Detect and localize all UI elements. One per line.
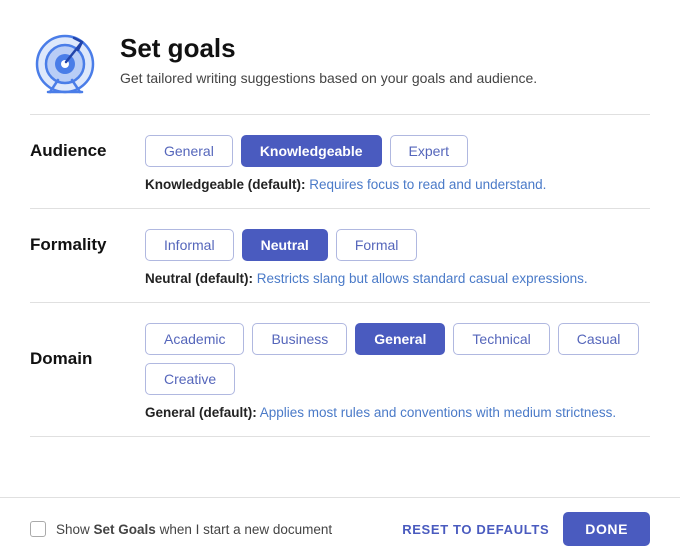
audience-top: Audience General Knowledgeable Expert <box>30 135 650 167</box>
target-icon <box>30 24 100 94</box>
page-title: Set goals <box>120 33 537 64</box>
footer-label-pre: Show <box>56 522 94 537</box>
formality-formal-button[interactable]: Formal <box>336 229 418 261</box>
domain-business-button[interactable]: Business <box>252 323 347 355</box>
audience-general-button[interactable]: General <box>145 135 233 167</box>
audience-desc-strong: Knowledgeable (default): <box>145 177 306 192</box>
footer: Show Set Goals when I start a new docume… <box>0 497 680 560</box>
formality-top: Formality Informal Neutral Formal <box>30 229 650 261</box>
formality-section: Formality Informal Neutral Formal Neutra… <box>0 209 680 302</box>
formality-desc-strong: Neutral (default): <box>145 271 253 286</box>
audience-section: Audience General Knowledgeable Expert Kn… <box>0 115 680 208</box>
domain-casual-button[interactable]: Casual <box>558 323 640 355</box>
domain-top: Domain Academic Business General Technic… <box>30 323 650 395</box>
header-text: Set goals Get tailored writing suggestio… <box>120 33 537 86</box>
formality-label: Formality <box>30 235 125 255</box>
audience-desc-text: Requires focus to read and understand. <box>306 177 547 192</box>
audience-label: Audience <box>30 141 125 161</box>
audience-desc: Knowledgeable (default): Requires focus … <box>30 177 650 192</box>
domain-creative-button[interactable]: Creative <box>145 363 235 395</box>
formality-informal-button[interactable]: Informal <box>145 229 234 261</box>
done-button[interactable]: DONE <box>563 512 650 546</box>
footer-left: Show Set Goals when I start a new docume… <box>30 521 332 537</box>
divider-4 <box>30 436 650 437</box>
domain-general-button[interactable]: General <box>355 323 445 355</box>
domain-label: Domain <box>30 349 125 369</box>
footer-label-bold: Set Goals <box>94 522 156 537</box>
footer-right: RESET TO DEFAULTS DONE <box>402 512 650 546</box>
reset-button[interactable]: RESET TO DEFAULTS <box>402 522 549 537</box>
footer-label-post: when I start a new document <box>156 522 332 537</box>
formality-desc-text: Restricts slang but allows standard casu… <box>253 271 588 286</box>
domain-desc-strong: General (default): <box>145 405 257 420</box>
audience-button-group: General Knowledgeable Expert <box>145 135 468 167</box>
domain-technical-button[interactable]: Technical <box>453 323 549 355</box>
formality-neutral-button[interactable]: Neutral <box>242 229 328 261</box>
domain-section: Domain Academic Business General Technic… <box>0 303 680 436</box>
footer-checkbox-label: Show Set Goals when I start a new docume… <box>56 522 332 537</box>
domain-academic-button[interactable]: Academic <box>145 323 244 355</box>
formality-desc: Neutral (default): Restricts slang but a… <box>30 271 650 286</box>
domain-button-group: Academic Business General Technical Casu… <box>145 323 650 395</box>
domain-desc-text: Applies most rules and conventions with … <box>257 405 616 420</box>
header: Set goals Get tailored writing suggestio… <box>0 0 680 114</box>
audience-expert-button[interactable]: Expert <box>390 135 468 167</box>
domain-desc: General (default): Applies most rules an… <box>30 405 650 420</box>
audience-knowledgeable-button[interactable]: Knowledgeable <box>241 135 382 167</box>
formality-button-group: Informal Neutral Formal <box>145 229 417 261</box>
page-container: Set goals Get tailored writing suggestio… <box>0 0 680 560</box>
page-subtitle: Get tailored writing suggestions based o… <box>120 70 537 86</box>
show-goals-checkbox[interactable] <box>30 521 46 537</box>
